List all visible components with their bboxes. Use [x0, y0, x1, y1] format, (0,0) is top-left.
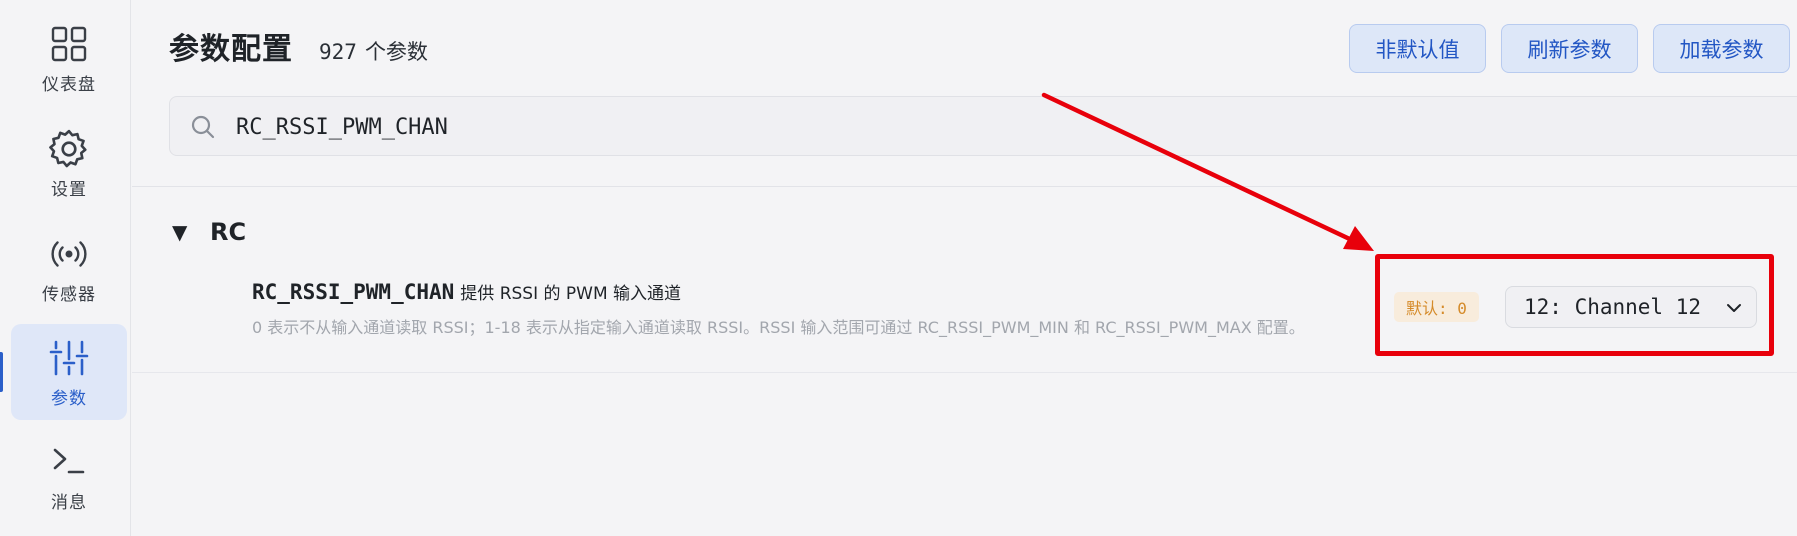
non-default-button[interactable]: 非默认值	[1349, 24, 1486, 73]
sliders-icon	[47, 336, 91, 380]
terminal-icon	[47, 440, 91, 484]
sidebar-item-settings[interactable]: 设置	[11, 115, 127, 211]
search-input[interactable]	[234, 97, 1638, 157]
param-long-desc: 0 表示不从输入通道读取 RSSI；1-18 表示从指定输入通道读取 RSSI。…	[252, 318, 1305, 337]
sidebar-item-dashboard[interactable]: 仪表盘	[11, 10, 127, 106]
sidebar-item-parameters[interactable]: 参数	[11, 324, 127, 420]
dashboard-grid-icon	[47, 22, 91, 66]
sidebar-item-label: 传感器	[42, 284, 96, 305]
search-icon	[190, 114, 216, 140]
group-header-rc[interactable]: ▼ RC	[172, 218, 246, 246]
param-value-select[interactable]: 12: Channel 12	[1505, 286, 1757, 328]
sidebar-item-label: 消息	[51, 492, 87, 513]
sidebar-item-label: 仪表盘	[42, 74, 96, 95]
param-count-unit: 个参数	[364, 40, 428, 64]
sidebar-item-messages[interactable]: 消息	[11, 428, 127, 524]
sidebar: 仪表盘 设置 传感器 参数 消息	[0, 0, 131, 536]
param-short-desc: 提供 RSSI 的 PWM 输入通道	[460, 284, 682, 304]
param-row: RC_RSSI_PWM_CHAN 提供 RSSI 的 PWM 输入通道 0 表示不…	[132, 262, 1797, 373]
header-divider	[132, 186, 1797, 187]
active-indicator	[0, 352, 3, 392]
load-params-button[interactable]: 加载参数	[1653, 24, 1790, 73]
default-value-badge: 默认: 0	[1394, 292, 1479, 322]
param-name-line: RC_RSSI_PWM_CHAN 提供 RSSI 的 PWM 输入通道	[252, 279, 681, 304]
sidebar-item-label: 设置	[51, 179, 87, 200]
page-title: 参数配置	[169, 32, 293, 67]
sidebar-item-sensors[interactable]: 传感器	[11, 220, 127, 316]
sensor-signal-icon	[47, 232, 91, 276]
param-count: 927 个参数	[319, 36, 428, 66]
param-count-number: 927	[319, 40, 357, 64]
collapse-triangle-icon[interactable]: ▼	[172, 220, 194, 244]
sidebar-item-label: 参数	[51, 388, 87, 409]
refresh-params-button[interactable]: 刷新参数	[1501, 24, 1638, 73]
gear-icon	[47, 127, 91, 171]
group-title: RC	[210, 218, 247, 246]
param-name: RC_RSSI_PWM_CHAN	[252, 280, 455, 304]
search-box[interactable]	[169, 96, 1797, 157]
chevron-down-icon	[1724, 298, 1744, 318]
param-value-selected: 12: Channel 12	[1524, 295, 1702, 319]
